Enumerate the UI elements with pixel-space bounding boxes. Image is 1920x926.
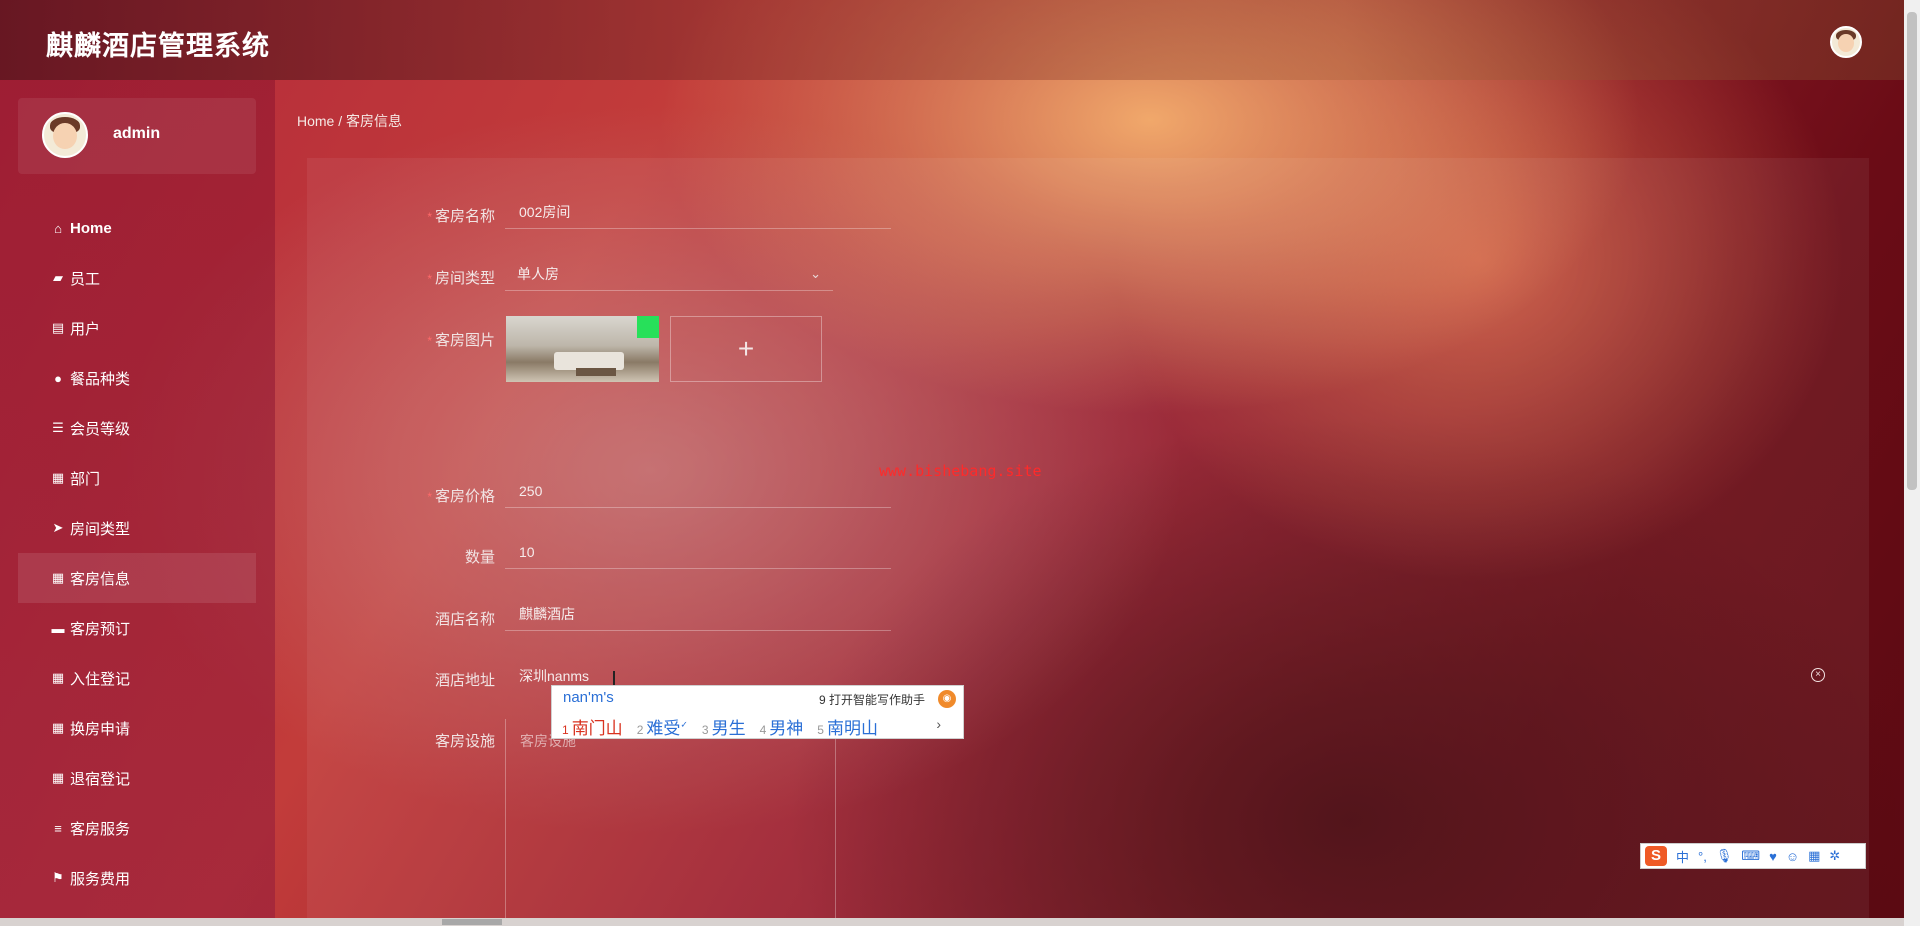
hotel-name-label: 酒店名称 <box>434 611 495 628</box>
sidebar-item-staff[interactable]: ▰ 员工 <box>18 253 256 303</box>
ime-toolbar: S 中 °, 🎙 ⌨ ♥ ☺ ▦ ✲ <box>1640 843 1866 869</box>
ime-next-page-icon[interactable]: › <box>936 716 941 732</box>
header-avatar[interactable] <box>1830 26 1862 58</box>
room-image-thumbnail[interactable] <box>506 316 659 382</box>
table-icon: ▦ <box>51 670 65 685</box>
sidebar-item-users[interactable]: ▤ 用户 <box>18 303 256 353</box>
sidebar-item-home[interactable]: ⌂ Home <box>18 203 256 253</box>
ime-candidate-window: nan'm's 9 打开智能写作助手 ◉ 1 南门山 2 难受✓ 3 男生 4 男神 5… <box>551 685 964 739</box>
scrollbar-thumb[interactable] <box>1907 12 1917 490</box>
quantity-input[interactable]: 10 <box>505 535 891 569</box>
ime-candidate[interactable]: 4 男神 <box>760 714 804 739</box>
facilities-textarea[interactable]: 客房设施 <box>505 719 836 926</box>
sidebar-item-room-info[interactable]: ▦ 客房信息 <box>18 553 256 603</box>
sidebar-item-service-fee[interactable]: ⚑ 服务费用 <box>18 853 256 903</box>
settings-icon[interactable]: ✲ <box>1829 848 1840 864</box>
sidebar-item-department[interactable]: ▦ 部门 <box>18 453 256 503</box>
room-type-select[interactable]: 单人房 ⌄ <box>505 257 833 291</box>
room-image-label: * 客房图片 <box>427 332 495 349</box>
horizontal-scrollbar-thumb[interactable] <box>442 919 502 925</box>
ime-candidate[interactable]: 1 南门山 <box>562 714 623 739</box>
ime-candidate[interactable]: 3 男生 <box>702 714 746 739</box>
sidebar-item-checkout[interactable]: ▦ 退宿登记 <box>18 753 256 803</box>
sidebar-menu: ⌂ Home ▰ 员工 ▤ 用户 ● 餐品种类 ☰ 会员等级 ▦ 部门 ➤ 房间类型 ▦ 客房信… <box>18 203 256 903</box>
monitor-icon: ▬ <box>51 620 65 636</box>
paper-plane-icon: ➤ <box>52 520 64 535</box>
grid-icon: ▦ <box>51 470 65 485</box>
sogou-logo-icon[interactable]: S <box>1645 846 1667 866</box>
user-avatar <box>42 112 88 158</box>
ime-candidate[interactable]: 2 难受✓ <box>637 714 688 739</box>
quantity-label: 数量 <box>464 549 495 566</box>
user-card: admin <box>18 98 256 174</box>
sidebar-item-room-service[interactable]: ≡ 客房服务 <box>18 803 256 853</box>
facilities-label: 客房设施 <box>434 733 495 750</box>
ime-assistant-option[interactable]: 9 打开智能写作助手 <box>819 691 925 708</box>
sidebar-item-food-category[interactable]: ● 餐品种类 <box>18 353 256 403</box>
sidebar-item-room-change[interactable]: ▦ 换房申请 <box>18 703 256 753</box>
vertical-scrollbar[interactable] <box>1904 0 1920 926</box>
room-name-label: * 客房名称 <box>427 208 495 225</box>
room-name-input[interactable]: 002房间 <box>505 195 891 229</box>
plus-icon: + <box>737 333 755 364</box>
sidebar-item-checkin[interactable]: ▦ 入住登记 <box>18 653 256 703</box>
chevron-down-icon: ⌄ <box>810 266 821 281</box>
app-title: 麒麟酒店管理系统 <box>46 31 270 61</box>
keyboard-icon[interactable]: ⌨ <box>1741 848 1760 864</box>
price-input[interactable]: 250 <box>505 474 891 508</box>
ime-pinyin: nan'm's <box>563 689 614 706</box>
sidebar-item-room-booking[interactable]: ▬ 客房预订 <box>18 603 256 653</box>
grid-icon: ▦ <box>51 770 65 785</box>
flag-icon: ⚑ <box>52 870 64 885</box>
sidebar-item-room-type[interactable]: ➤ 房间类型 <box>18 503 256 553</box>
grid-icon: ▦ <box>51 570 65 585</box>
list-icon: ≡ <box>54 820 62 836</box>
clipboard-icon: ▤ <box>51 320 65 335</box>
price-label: * 客房价格 <box>427 488 495 505</box>
ime-candidates: 1 南门山 2 难受✓ 3 男生 4 男神 5 南明山 <box>562 714 878 739</box>
sidebar-item-member-level[interactable]: ☰ 会员等级 <box>18 403 256 453</box>
home-icon: ⌂ <box>54 220 62 236</box>
sidebar: admin ⌂ Home ▰ 员工 ▤ 用户 ● 餐品种类 ☰ 会员等级 ▦ 部门 ➤ 房间类… <box>0 80 275 926</box>
emoji-icon[interactable]: ☺ <box>1786 849 1799 864</box>
punctuation-toggle[interactable]: °, <box>1698 849 1707 864</box>
hotel-address-label: 酒店地址 <box>434 672 495 689</box>
user-name: admin <box>113 125 161 142</box>
microphone-icon[interactable]: 🎙 <box>1716 848 1733 864</box>
hotel-name-input[interactable]: 麒麟酒店 <box>505 597 891 631</box>
toolbox-icon[interactable]: ▦ <box>1808 848 1820 864</box>
room-type-label: * 房间类型 <box>427 270 495 287</box>
user-icon: ● <box>54 370 62 386</box>
ime-candidate[interactable]: 5 南明山 <box>817 714 878 739</box>
clear-icon[interactable]: × <box>1811 668 1825 682</box>
ime-mode-toggle[interactable]: 中 <box>1676 847 1689 866</box>
assistant-icon[interactable]: ◉ <box>938 690 956 708</box>
image-upload-button[interactable]: + <box>670 316 822 382</box>
horizontal-scrollbar[interactable] <box>0 918 1904 926</box>
grid-icon: ▦ <box>51 720 65 735</box>
watermark: www.bishebang.site <box>879 462 1042 480</box>
skin-icon[interactable]: ♥ <box>1769 849 1777 864</box>
top-header: 麒麟酒店管理系统 <box>0 0 1920 80</box>
breadcrumb: Home / 客房信息 <box>297 113 403 129</box>
room-type-value: 单人房 <box>517 266 559 282</box>
sliders-icon: ☰ <box>52 420 64 435</box>
thumbs-up-icon: ▰ <box>53 270 63 285</box>
